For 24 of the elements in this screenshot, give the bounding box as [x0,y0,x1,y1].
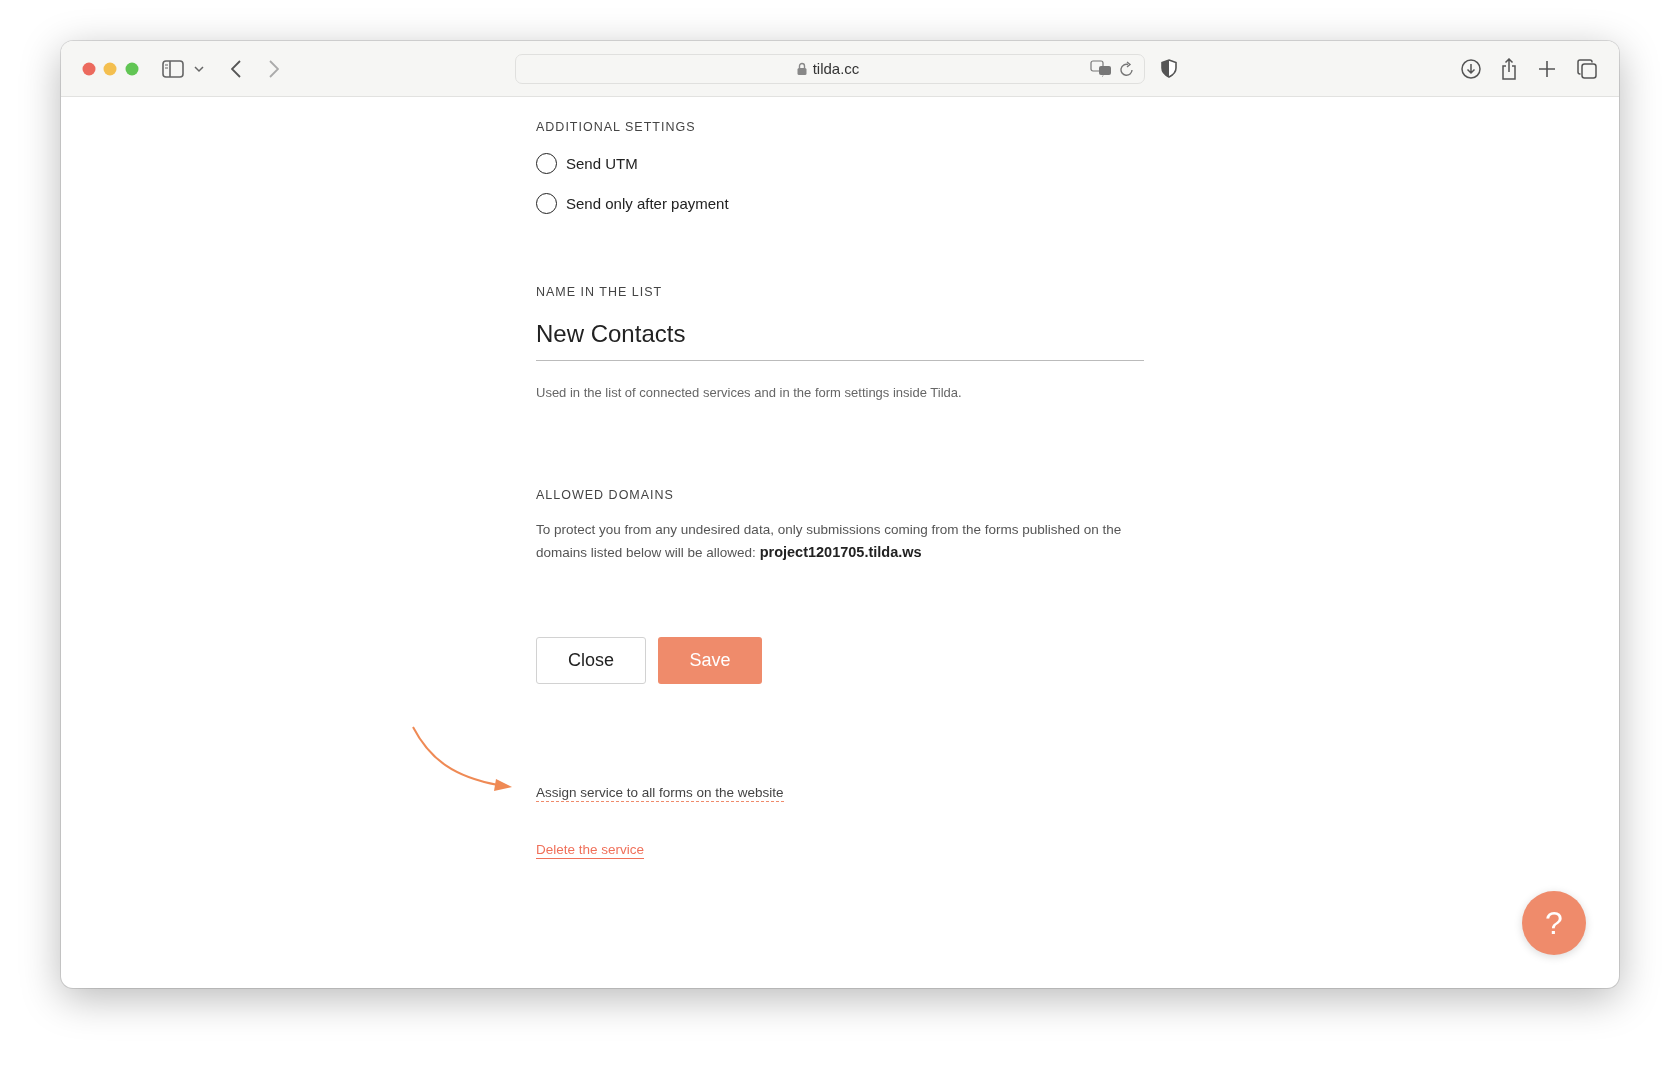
address-bar[interactable]: tilda.cc [515,53,1145,84]
tabs-overview-icon[interactable] [1577,58,1597,79]
option-label: Send only after payment [566,194,729,212]
new-tab-icon[interactable] [1539,60,1555,77]
section-heading: NAME IN THE LIST [536,284,664,301]
translate-icon[interactable] [1090,59,1112,78]
download-icon[interactable] [1461,58,1481,79]
assign-link[interactable]: Assign service to all forms on the website [536,785,784,802]
domains-description: To protect you from any undesired data, only submissions coming from the forms published on the domains listed below will be allowed: project1201705.tilda.ws [536,521,1123,562]
name-input-field[interactable]: New Contacts [536,315,1144,361]
shield-icon[interactable] [1161,59,1177,78]
sidebar-icon[interactable] [162,59,184,78]
reload-icon[interactable] [1120,60,1134,77]
window-controls-icon[interactable] [82,61,140,76]
close-button[interactable]: Close [536,637,646,684]
url-text: tilda.cc [812,60,860,77]
chevron-down-icon[interactable] [194,64,204,73]
share-icon[interactable] [1501,57,1517,80]
section-heading: ALLOWED DOMAINS [536,487,675,504]
section-heading: ADDITIONAL SETTINGS [536,119,697,136]
back-icon[interactable] [231,59,241,78]
field-hint: Used in the list of connected services and in the form settings inside Tilda. [536,384,963,402]
lock-icon [796,62,807,75]
option-label: Send UTM [566,154,638,172]
